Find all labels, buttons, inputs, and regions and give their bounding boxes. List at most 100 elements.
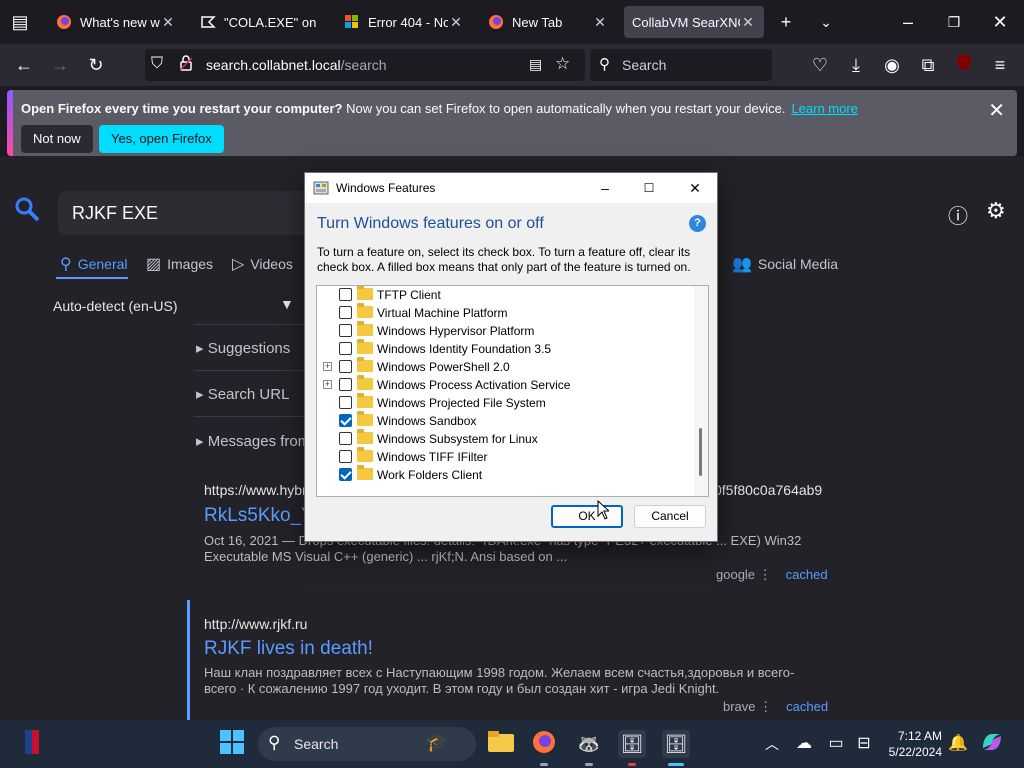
close-tab-icon[interactable]: ✕ [160,14,176,31]
nba-widget-icon[interactable] [18,730,46,758]
feature-checkbox-checked[interactable] [339,414,352,427]
tab-collabvm-searxng[interactable]: CollabVM SearXNG ✕ [624,6,764,38]
start-windows-icon[interactable] [218,730,246,758]
feature-checkbox[interactable] [339,324,352,337]
reader-view-icon[interactable]: ▤ [529,56,542,73]
category-videos[interactable]: ▷ Videos [232,254,293,274]
account-icon[interactable]: ◉ [880,53,904,77]
feature-item[interactable]: Work Folders Client [317,465,687,484]
menu-icon[interactable]: ≡ [988,53,1012,77]
suggestions-toggle[interactable]: ▸ Suggestions [196,339,290,357]
feature-item[interactable]: + Windows PowerShell 2.0 [317,357,687,376]
settings-gear-icon[interactable]: ⚙ [986,198,1006,224]
expand-plus-icon[interactable]: + [323,362,332,371]
close-tab-icon[interactable]: ✕ [740,14,756,31]
new-tab-icon[interactable]: + [774,10,798,34]
extensions-icon[interactable]: ⧉ [916,53,940,77]
feature-checkbox[interactable] [339,378,352,391]
raccoon-app-icon[interactable]: 🦝 [575,730,603,758]
downloads-icon[interactable]: ⤓ [844,53,868,77]
pocket-icon[interactable]: ♡ [808,53,832,77]
chevron-up-icon[interactable]: ︿ [758,730,786,758]
tab-list-icon[interactable]: ▤ [8,10,32,34]
file-explorer-icon[interactable] [487,730,515,758]
windows-features-app-icon[interactable]: 🗄 [662,730,690,758]
url-bar[interactable]: ⛉ search.collabnet.local/search ▤ ☆ [145,49,585,81]
category-images[interactable]: ▨ Images [146,254,213,274]
close-window-icon[interactable]: ✕ [988,10,1012,34]
feature-checkbox[interactable] [339,432,352,445]
cancel-button[interactable]: Cancel [634,505,706,528]
tab-error-404[interactable]: Error 404 - Not F ✕ [336,6,472,38]
feature-item[interactable]: Windows Hypervisor Platform [317,321,687,340]
display-icon[interactable]: ▭ [822,730,850,758]
features-tree[interactable]: TFTP Client Virtual Machine Platform Win… [316,285,709,497]
feature-item[interactable]: Windows Identity Foundation 3.5 [317,339,687,358]
maximize-icon[interactable]: ☐ [639,178,659,198]
dialog-titlebar[interactable]: Windows Features – ☐ ✕ [305,173,717,203]
firefox-icon[interactable] [530,730,558,758]
network-icon[interactable]: ⊟ [850,730,878,758]
feature-item[interactable]: TFTP Client [317,286,687,304]
ublock-icon[interactable] [952,53,976,77]
close-tab-icon[interactable]: ✕ [592,14,608,31]
close-icon[interactable]: ✕ [685,178,705,198]
tree-scrollbar[interactable] [694,286,708,496]
tab-whats-new[interactable]: What's new with ✕ [48,6,184,38]
close-notification-icon[interactable]: ✕ [988,98,1005,123]
shield-icon[interactable]: ⛉ [151,55,163,73]
minimize-icon[interactable]: – [896,10,920,34]
info-icon[interactable]: ⓘ [948,200,968,229]
result-title[interactable]: RkLs5Kko_Y [204,505,314,527]
result-title[interactable]: RJKF lives in death! [204,638,373,660]
messages-toggle[interactable]: ▸ Messages from [196,432,310,450]
search-logo-icon[interactable] [14,196,40,229]
feature-item[interactable]: Windows Subsystem for Linux [317,429,687,448]
learn-more-link[interactable]: Learn more [791,101,857,116]
category-general[interactable]: ⚲ General [60,254,128,274]
feature-item[interactable]: Windows TIFF IFilter [317,447,687,466]
tab-new-tab[interactable]: New Tab ✕ [480,6,616,38]
feature-checkbox[interactable] [339,288,352,301]
result-url[interactable]: https://www.hybr [204,482,307,498]
notification-bell-icon[interactable]: 🔔 [944,730,972,758]
feature-checkbox-checked[interactable] [339,468,352,481]
cached-link[interactable]: cached [786,567,828,582]
scrollbar-thumb[interactable] [699,428,702,476]
dropdown-arrow-icon[interactable]: ▼ [280,296,294,312]
windows-features-app-icon[interactable]: 🗄 [618,730,646,758]
restore-icon[interactable]: ❐ [942,10,966,34]
feature-checkbox[interactable] [339,396,352,409]
feature-checkbox[interactable] [339,360,352,373]
feature-item[interactable]: + Windows Process Activation Service [317,375,687,394]
search-url-toggle[interactable]: ▸ Search URL [196,385,289,403]
tab-cola-exe[interactable]: "COLA.EXE" on [192,6,328,38]
taskbar-search[interactable]: ⚲ Search 🎓 [258,727,476,761]
bookmark-star-icon[interactable]: ☆ [555,54,570,74]
feature-item[interactable]: Windows Sandbox [317,411,687,430]
ok-button[interactable]: OK [551,505,623,528]
feature-item[interactable]: Virtual Machine Platform [317,303,687,322]
result-url[interactable]: http://www.rjkf.ru [204,616,307,632]
minimize-icon[interactable]: – [595,178,615,198]
reload-icon[interactable]: ↻ [84,53,108,77]
yes-open-firefox-button[interactable]: Yes, open Firefox [99,125,224,153]
search-bar[interactable]: ⚲ Search [590,49,772,81]
search-query-input[interactable]: RJKF EXE [58,191,318,235]
feature-item[interactable]: Windows Projected File System [317,393,687,412]
feature-checkbox[interactable] [339,306,352,319]
expand-plus-icon[interactable]: + [323,380,332,389]
help-icon[interactable]: ? [689,215,706,232]
lock-icon[interactable] [179,55,193,75]
feature-checkbox[interactable] [339,342,352,355]
cached-link[interactable]: cached [786,699,828,714]
copilot-icon[interactable] [978,730,1006,758]
onedrive-icon[interactable]: ☁ [790,730,818,758]
chevron-down-icon[interactable]: ⌄ [814,10,838,34]
back-icon[interactable]: ← [12,53,36,77]
category-social-media[interactable]: 👥 Social Media [732,254,838,274]
system-clock[interactable]: 7:12 AM 5/22/2024 [884,728,942,760]
not-now-button[interactable]: Not now [21,125,93,153]
language-select[interactable]: Auto-detect (en-US) [53,298,178,314]
close-tab-icon[interactable]: ✕ [448,14,464,31]
